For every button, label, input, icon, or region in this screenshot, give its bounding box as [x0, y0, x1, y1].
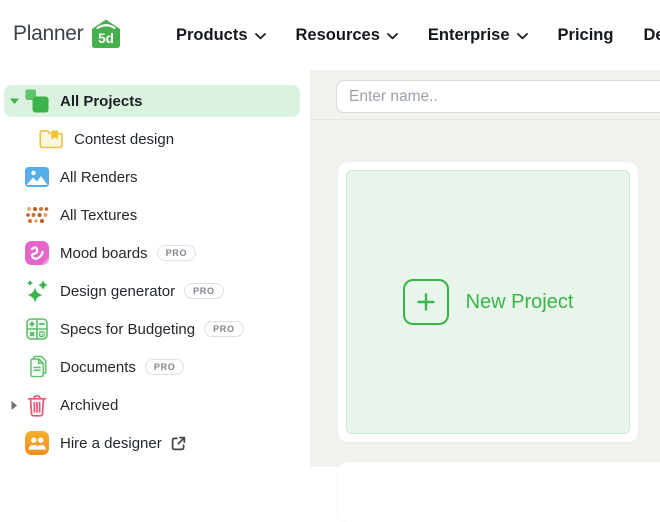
sidebar-item-archived[interactable]: Archived — [0, 386, 300, 424]
nav-item-enterprise[interactable]: Enterprise — [428, 26, 528, 45]
sparkles-icon — [24, 278, 50, 304]
projects-sidebar: All Projects Contest design All Renders — [0, 70, 310, 467]
sidebar-item-label: Archived — [60, 397, 118, 414]
sidebar-item-label: Design generator — [60, 283, 175, 300]
new-project-card[interactable]: New Project — [338, 162, 638, 442]
planner5d-logo[interactable]: Planner 5d — [13, 17, 124, 51]
pro-badge: PRO — [204, 321, 244, 337]
sidebar-item-all-renders[interactable]: All Renders — [0, 158, 300, 196]
sidebar-item-label: All Textures — [60, 207, 137, 224]
main-nav: Products Resources Enterprise Pricing De… — [176, 0, 660, 70]
top-navigation-bar: Planner 5d Products Resources Enterprise — [0, 0, 660, 70]
sidebar-item-hire-a-designer[interactable]: Hire a designer — [0, 424, 300, 462]
main-content: New Project — [310, 70, 660, 467]
pro-badge: PRO — [157, 245, 197, 261]
pro-badge: PRO — [184, 283, 224, 299]
expander-right-icon[interactable] — [4, 401, 24, 410]
sidebar-item-label: Hire a designer — [60, 435, 162, 452]
external-link-icon — [170, 435, 187, 452]
chevron-down-icon — [517, 33, 528, 40]
svg-text:5d: 5d — [98, 31, 114, 46]
nav-item-resources[interactable]: Resources — [296, 26, 398, 45]
documents-icon — [24, 354, 50, 380]
sidebar-item-specs-for-budgeting[interactable]: Specs for Budgeting PRO — [0, 310, 300, 348]
sidebar-item-all-projects[interactable]: All Projects — [4, 85, 300, 117]
chevron-down-icon — [255, 33, 266, 40]
new-project-label: New Project — [466, 291, 574, 314]
projects-squares-icon — [24, 88, 50, 114]
project-card-partial[interactable] — [338, 462, 660, 522]
textures-dots-icon — [24, 202, 50, 228]
sidebar-item-label: Mood boards — [60, 245, 148, 262]
logo-brand-text: Planner — [13, 22, 83, 46]
sidebar-item-contest-design[interactable]: Contest design — [0, 120, 300, 158]
moodboard-squiggle-icon — [24, 240, 50, 266]
chevron-down-icon — [387, 33, 398, 40]
sidebar-item-mood-boards[interactable]: Mood boards PRO — [0, 234, 300, 272]
pro-badge: PRO — [145, 359, 185, 375]
nav-item-pricing[interactable]: Pricing — [558, 26, 614, 45]
logo-house-icon: 5d — [88, 17, 124, 51]
sidebar-item-documents[interactable]: Documents PRO — [0, 348, 300, 386]
sidebar-item-label: All Renders — [60, 169, 138, 186]
sidebar-item-label: Specs for Budgeting — [60, 321, 195, 338]
sidebar-item-design-generator[interactable]: Design generator PRO — [0, 272, 300, 310]
project-name-input[interactable] — [336, 80, 660, 113]
calculator-icon — [24, 316, 50, 342]
folder-icon — [38, 126, 64, 152]
sidebar-item-label: All Projects — [60, 93, 143, 110]
plus-icon — [403, 279, 449, 325]
new-project-card-inner[interactable]: New Project — [346, 170, 630, 434]
sidebar-item-label: Documents — [60, 359, 136, 376]
renders-image-icon — [24, 164, 50, 190]
expander-down-icon[interactable] — [4, 98, 24, 104]
trash-icon — [24, 392, 50, 418]
sidebar-item-label: Contest design — [74, 131, 174, 148]
people-icon — [24, 430, 50, 456]
nav-item-design-truncated[interactable]: Des — [643, 26, 660, 45]
sidebar-item-all-textures[interactable]: All Textures — [0, 196, 300, 234]
nav-item-products[interactable]: Products — [176, 26, 266, 45]
projects-toolbar — [311, 70, 660, 120]
